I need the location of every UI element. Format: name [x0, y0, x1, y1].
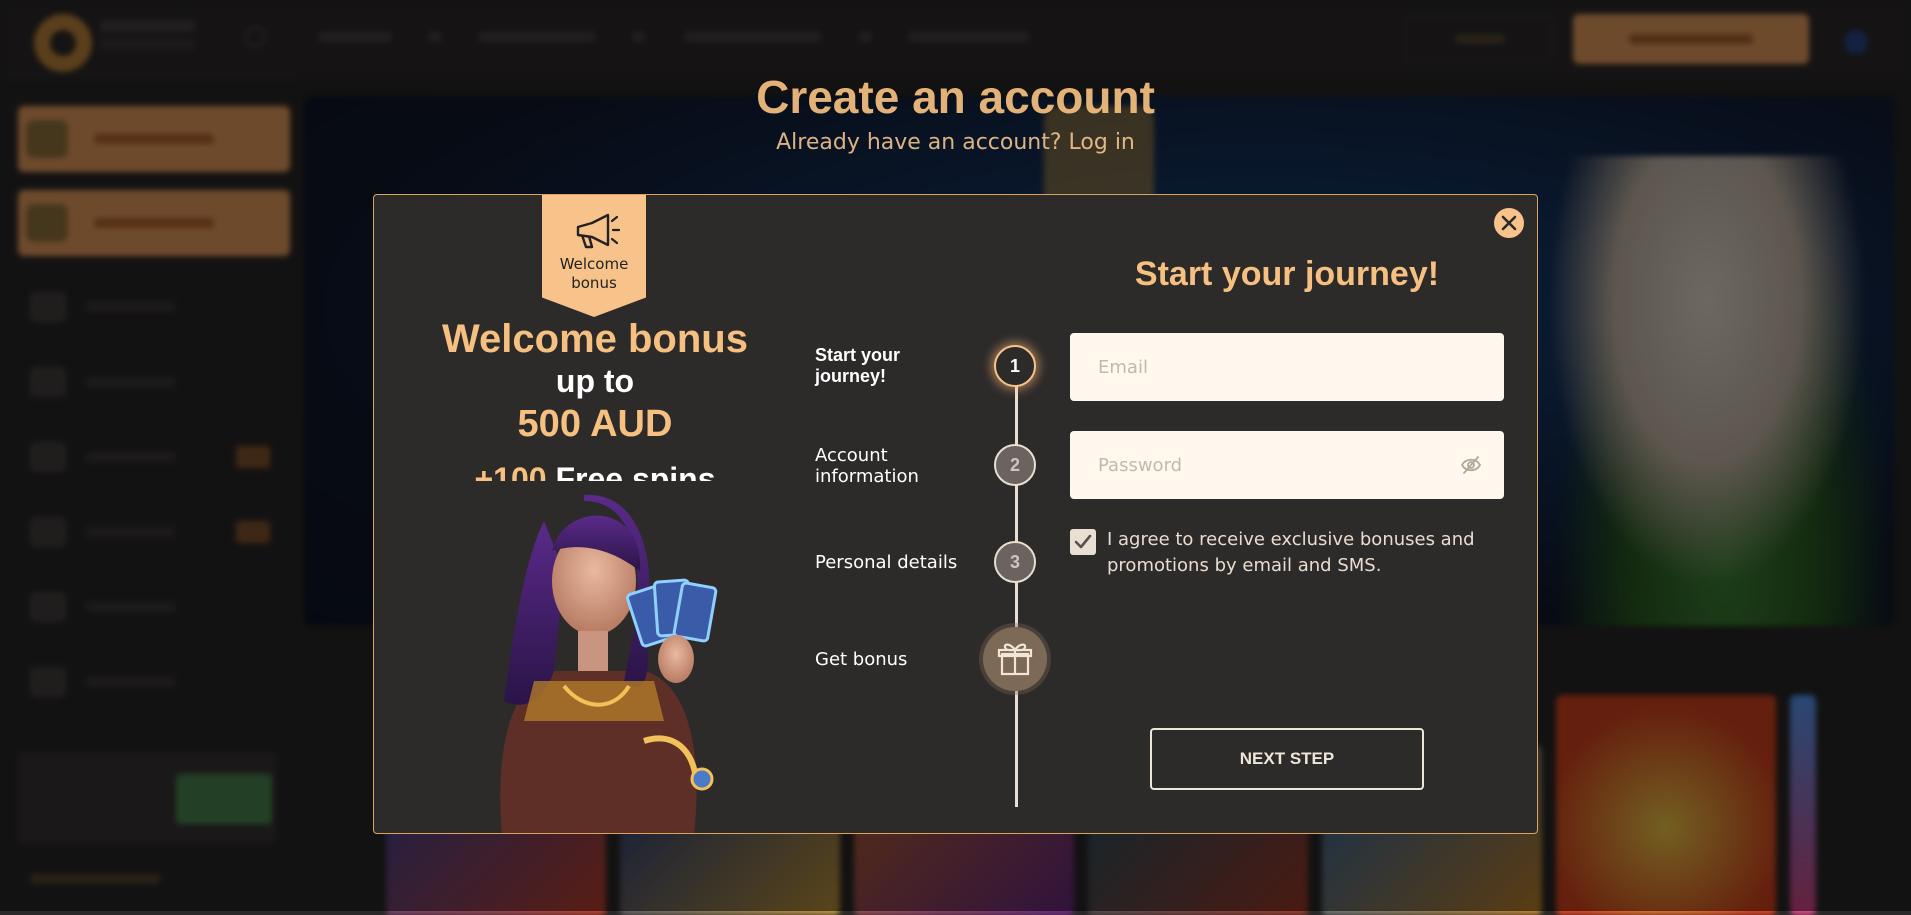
step-label-3: Personal details [815, 552, 958, 573]
step-circle-2: 2 [994, 444, 1036, 486]
step-circle-gift [983, 627, 1047, 691]
welcome-bonus-ribbon: Welcome bonus [542, 195, 646, 317]
step-label-2: Account information [815, 445, 919, 487]
step-circle-3: 3 [994, 541, 1036, 583]
consent-checkbox[interactable] [1070, 529, 1096, 555]
login-prompt-link[interactable]: Already have an account? Log in [0, 130, 1911, 155]
bonus-amount: 500 AUD [517, 403, 673, 445]
registration-modal: Welcome bonus Welcome bonus up to 500 AU… [373, 194, 1538, 834]
step-circle-1: 1 [994, 345, 1036, 387]
megaphone-icon [576, 213, 620, 249]
bonus-headline: Welcome bonus [442, 317, 748, 361]
password-field-wrapper [1070, 431, 1504, 499]
welcome-bonus-panel: Welcome bonus Welcome bonus up to 500 AU… [374, 195, 816, 833]
page-title: Create an account [756, 71, 1155, 123]
consent-label[interactable]: I agree to receive exclusive bonuses and… [1107, 527, 1507, 579]
next-step-button[interactable]: NEXT STEP [1150, 728, 1424, 790]
password-input[interactable] [1070, 431, 1504, 499]
close-button[interactable] [1493, 207, 1525, 239]
email-input[interactable] [1070, 333, 1504, 401]
email-field-wrapper [1070, 333, 1504, 401]
close-icon [1501, 215, 1517, 231]
eye-off-icon[interactable] [1460, 455, 1482, 475]
stepper-line [1015, 367, 1018, 807]
welcome-bonus-ribbon-label: Welcome bonus [559, 255, 629, 292]
step-label-4: Get bonus [815, 649, 908, 670]
character-illustration [444, 481, 744, 833]
bonus-up-to: up to [555, 363, 635, 399]
gift-icon [997, 643, 1033, 676]
step-label-1: Start your journey! [815, 345, 901, 386]
form-title: Start your journey! [1134, 255, 1440, 293]
checkmark-icon [1074, 534, 1092, 549]
